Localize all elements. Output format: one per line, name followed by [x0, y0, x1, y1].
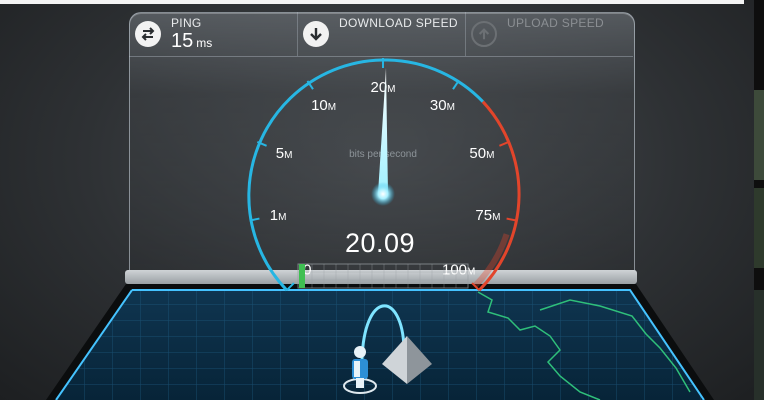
- tick-label-30m: 30M: [430, 97, 455, 114]
- progress-fill: [299, 264, 305, 288]
- gauge-tick-mark: [452, 80, 460, 90]
- gauge-needle-hub: [371, 182, 395, 206]
- tick-label-5m: 5M: [276, 145, 293, 162]
- gauge-tick-mark: [286, 282, 295, 291]
- tick-label-10m: 10M: [311, 97, 336, 114]
- tick-label-1m: 1M: [270, 207, 287, 224]
- speed-gauge: 0 1M 5M 10M 20M 30M 50M 75M 100M bits pe…: [247, 58, 521, 292]
- current-speed-value: 20.09: [344, 228, 416, 258]
- tick-label-50m: 50M: [469, 145, 494, 162]
- gauge-high-range-arc: [478, 100, 521, 292]
- gauge-tick-mark: [506, 217, 517, 222]
- tick-label-20m: 20M: [370, 79, 395, 96]
- tick-label-75m: 75M: [475, 207, 500, 224]
- gauge-tick-mark: [499, 141, 510, 147]
